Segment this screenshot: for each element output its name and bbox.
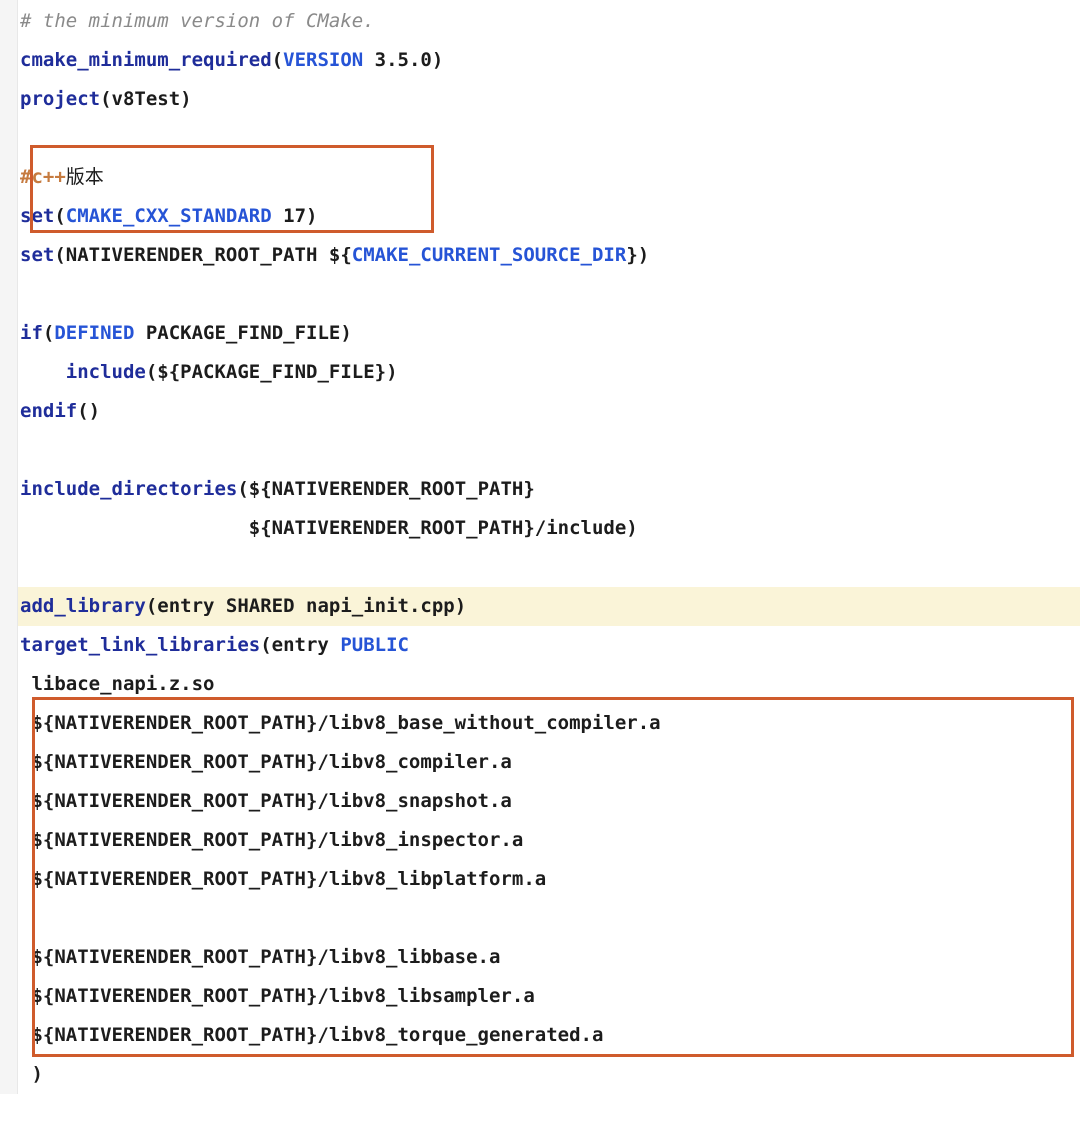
- code-text: ${PACKAGE_FIND_FILE}: [157, 361, 386, 383]
- cmake-keyword: if: [20, 322, 43, 344]
- cmake-arg: DEFINED: [54, 322, 134, 344]
- code-line: set(CMAKE_CXX_STANDARD 17): [18, 197, 1080, 236]
- code-line: ${NATIVERENDER_ROOT_PATH}/libv8_libbase.…: [18, 938, 1080, 977]
- code-text: ${NATIVERENDER_ROOT_PATH}: [249, 478, 535, 500]
- cmake-arg: CMAKE_CXX_STANDARD: [66, 205, 272, 227]
- code-line: endif(): [18, 392, 1080, 431]
- code-line: #c++版本: [18, 158, 1080, 197]
- indent: [20, 517, 249, 539]
- code-text: entry: [272, 634, 341, 656]
- blank-line: [18, 119, 1080, 158]
- cmake-arg: VERSION: [283, 49, 363, 71]
- code-editor: # the minimum version of CMake. cmake_mi…: [18, 0, 1080, 1094]
- cmake-keyword: set: [20, 244, 54, 266]
- code-text: 17: [272, 205, 306, 227]
- code-text: v8Test: [112, 88, 181, 110]
- paren: (: [54, 244, 65, 266]
- code-line-highlighted: add_library(entry SHARED napi_init.cpp): [18, 587, 1080, 626]
- paren: (: [146, 361, 157, 383]
- code-line: ${NATIVERENDER_ROOT_PATH}/libv8_libplatf…: [18, 860, 1080, 899]
- paren: (: [272, 49, 283, 71]
- code-line: ${NATIVERENDER_ROOT_PATH}/libv8_compiler…: [18, 743, 1080, 782]
- code-text: ${NATIVERENDER_ROOT_PATH}/libv8_libsampl…: [20, 985, 535, 1007]
- paren: (: [260, 634, 271, 656]
- paren: ): [306, 205, 317, 227]
- paren: ): [386, 361, 397, 383]
- code-line: ${NATIVERENDER_ROOT_PATH}/libv8_snapshot…: [18, 782, 1080, 821]
- code-line: ${NATIVERENDER_ROOT_PATH}/libv8_base_wit…: [18, 704, 1080, 743]
- code-text: ${NATIVERENDER_ROOT_PATH}/libv8_torque_g…: [20, 1024, 603, 1046]
- paren: (: [54, 205, 65, 227]
- paren: ): [180, 88, 191, 110]
- code-text: ${NATIVERENDER_ROOT_PATH}/libv8_base_wit…: [20, 712, 661, 734]
- blank-line: [18, 548, 1080, 587]
- blank-line: [18, 431, 1080, 470]
- cmake-keyword: project: [20, 88, 100, 110]
- paren: (: [237, 478, 248, 500]
- comment-text: # the minimum version of CMake.: [20, 10, 375, 32]
- code-line: include_directories(${NATIVERENDER_ROOT_…: [18, 470, 1080, 509]
- code-text: ): [20, 1063, 43, 1085]
- comment-tail: 版本: [66, 166, 104, 188]
- code-text: ${NATIVERENDER_ROOT_PATH}/libv8_libbase.…: [20, 946, 500, 968]
- cmake-keyword: add_library: [20, 595, 146, 617]
- cmake-arg: PUBLIC: [340, 634, 409, 656]
- paren: ): [638, 244, 649, 266]
- paren: (: [43, 322, 54, 344]
- code-text: PACKAGE_FIND_FILE: [134, 322, 340, 344]
- blank-line: [18, 899, 1080, 938]
- code-line: ${NATIVERENDER_ROOT_PATH}/libv8_libsampl…: [18, 977, 1080, 1016]
- code-line: project(v8Test): [18, 80, 1080, 119]
- code-line: libace_napi.z.so: [18, 665, 1080, 704]
- paren: ): [432, 49, 443, 71]
- paren: ): [626, 517, 637, 539]
- cmake-keyword: cmake_minimum_required: [20, 49, 272, 71]
- code-line: # the minimum version of CMake.: [18, 2, 1080, 41]
- code-line: include(${PACKAGE_FIND_FILE}): [18, 353, 1080, 392]
- cmake-keyword: include: [66, 361, 146, 383]
- code-line: set(NATIVERENDER_ROOT_PATH ${CMAKE_CURRE…: [18, 236, 1080, 275]
- code-text: ${NATIVERENDER_ROOT_PATH}/include: [249, 517, 627, 539]
- code-line: ${NATIVERENDER_ROOT_PATH}/libv8_inspecto…: [18, 821, 1080, 860]
- code-line: ${NATIVERENDER_ROOT_PATH}/libv8_torque_g…: [18, 1016, 1080, 1055]
- paren: ): [340, 322, 351, 344]
- code-line: ${NATIVERENDER_ROOT_PATH}/include): [18, 509, 1080, 548]
- code-line: if(DEFINED PACKAGE_FIND_FILE): [18, 314, 1080, 353]
- code-text: }: [626, 244, 637, 266]
- paren: (): [77, 400, 100, 422]
- code-text: 3.5.0: [363, 49, 432, 71]
- code-text: ${NATIVERENDER_ROOT_PATH}/libv8_inspecto…: [20, 829, 523, 851]
- indent: [20, 361, 66, 383]
- comment-text: #c++: [20, 166, 66, 188]
- cmake-arg: CMAKE_CURRENT_SOURCE_DIR: [352, 244, 627, 266]
- cmake-keyword: endif: [20, 400, 77, 422]
- blank-line: [18, 275, 1080, 314]
- code-text: ${NATIVERENDER_ROOT_PATH}/libv8_libplatf…: [20, 868, 546, 890]
- cmake-keyword: target_link_libraries: [20, 634, 260, 656]
- cmake-keyword: set: [20, 205, 54, 227]
- editor-gutter: [0, 0, 18, 1094]
- paren: (: [100, 88, 111, 110]
- code-line: ): [18, 1055, 1080, 1094]
- paren: ): [455, 595, 466, 617]
- code-line: cmake_minimum_required(VERSION 3.5.0): [18, 41, 1080, 80]
- code-line: target_link_libraries(entry PUBLIC: [18, 626, 1080, 665]
- paren: (: [146, 595, 157, 617]
- code-text: ${NATIVERENDER_ROOT_PATH}/libv8_compiler…: [20, 751, 512, 773]
- code-text: NATIVERENDER_ROOT_PATH ${: [66, 244, 352, 266]
- code-text: entry SHARED napi_init.cpp: [157, 595, 454, 617]
- code-text: libace_napi.z.so: [20, 673, 214, 695]
- cmake-keyword: include_directories: [20, 478, 237, 500]
- code-text: ${NATIVERENDER_ROOT_PATH}/libv8_snapshot…: [20, 790, 512, 812]
